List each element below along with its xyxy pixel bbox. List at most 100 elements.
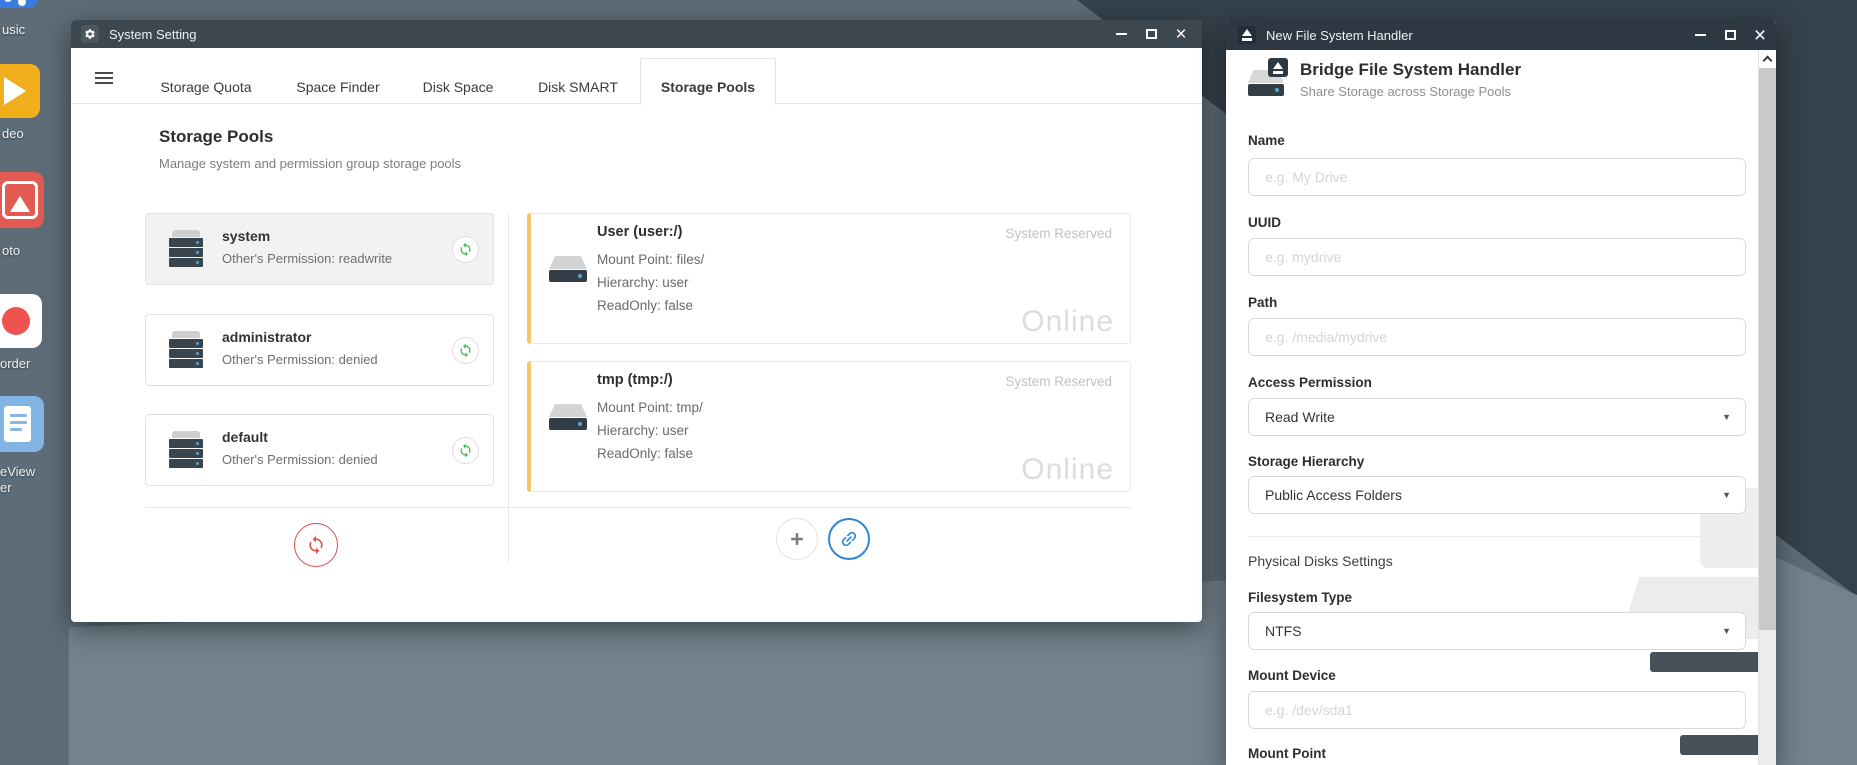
system-reserved-badge: System Reserved <box>1005 374 1112 389</box>
plus-icon <box>787 529 807 549</box>
sync-icon <box>458 242 473 257</box>
document-icon <box>4 406 31 442</box>
mountain-icon <box>10 196 30 212</box>
handler-header-title: Bridge File System Handler <box>1300 60 1521 80</box>
chevron-down-icon: ▼ <box>1722 490 1731 500</box>
document-line <box>10 414 27 417</box>
music-app-icon[interactable] <box>0 0 38 8</box>
sync-icon <box>458 343 473 358</box>
server-icon <box>168 431 204 469</box>
pool-sync-button[interactable] <box>452 236 479 263</box>
column-divider <box>508 213 509 563</box>
desktop: usic deo oto order eView er System Setti… <box>0 0 1857 765</box>
storage-hierarchy-select[interactable]: Public Access Folders ▼ <box>1248 476 1746 514</box>
uuid-input[interactable] <box>1248 238 1746 276</box>
pool-permission: Other's Permission: denied <box>222 452 378 467</box>
handler-body: Bridge File System Handler Share Storage… <box>1226 50 1776 765</box>
viewer-app-label-2: er <box>0 480 12 495</box>
storage-hierarchy-label: Storage Hierarchy <box>1248 454 1364 469</box>
tab-storage-quota[interactable]: Storage Quota <box>160 79 251 95</box>
scrollbar-thumb[interactable] <box>1759 68 1776 630</box>
minimize-icon <box>1695 34 1706 36</box>
handler-titlebar[interactable]: New File System Handler × <box>1226 20 1776 50</box>
video-app-label: deo <box>2 126 24 141</box>
readonly-line: ReadOnly: false <box>597 446 693 461</box>
mount-card-user[interactable]: User (user:/) System Reserved Mount Poin… <box>527 213 1131 344</box>
mount-title: tmp (tmp:/) <box>597 372 673 388</box>
filesystem-type-select[interactable]: NTFS ▼ <box>1248 612 1746 650</box>
disk-icon <box>549 256 587 284</box>
uuid-label: UUID <box>1248 215 1281 230</box>
server-icon <box>168 331 204 369</box>
system-setting-window: System Setting × Storage Quota Space Fin… <box>71 20 1202 622</box>
tab-storage-pools[interactable]: Storage Pools <box>661 79 755 95</box>
tab-bar: Storage Quota Space Finder Disk Space Di… <box>71 48 1202 104</box>
name-label: Name <box>1248 133 1285 148</box>
refresh-pools-button[interactable] <box>294 523 338 567</box>
minimize-icon <box>1116 33 1127 35</box>
filesystem-type-value: NTFS <box>1265 623 1302 639</box>
sync-icon <box>458 443 473 458</box>
video-app-icon[interactable] <box>0 64 40 118</box>
system-setting-titlebar[interactable]: System Setting × <box>71 20 1202 48</box>
photo-app-icon[interactable] <box>0 172 44 228</box>
mount-point-line: Mount Point: tmp/ <box>597 400 703 415</box>
hierarchy-line: Hierarchy: user <box>597 275 689 290</box>
menu-icon[interactable] <box>95 72 113 84</box>
add-mount-button[interactable] <box>776 518 818 560</box>
viewer-app-label: eView <box>0 464 35 479</box>
pool-name: default <box>222 429 268 445</box>
mount-title: User (user:/) <box>597 224 682 240</box>
scroll-up-button[interactable] <box>1759 50 1776 68</box>
online-status: Online <box>1021 305 1114 339</box>
maximize-icon <box>1146 29 1157 39</box>
chevron-down-icon: ▼ <box>1722 412 1731 422</box>
name-input[interactable] <box>1248 158 1746 196</box>
pool-item-administrator[interactable]: administrator Other's Permission: denied <box>145 314 494 386</box>
chevron-down-icon: ▼ <box>1722 626 1731 636</box>
close-button[interactable]: × <box>1745 20 1775 50</box>
pool-sync-button[interactable] <box>452 437 479 464</box>
sync-icon <box>306 535 326 555</box>
page-subtitle: Manage system and permission group stora… <box>159 156 461 171</box>
maximize-button[interactable] <box>1136 20 1166 48</box>
pool-name: administrator <box>222 329 311 345</box>
new-file-system-handler-window: New File System Handler × Bridge File Sy… <box>1226 20 1776 765</box>
record-circle-icon <box>2 307 30 335</box>
tab-space-finder[interactable]: Space Finder <box>296 79 379 95</box>
pool-item-system[interactable]: system Other's Permission: readwrite <box>145 213 494 285</box>
handler-header-subtitle: Share Storage across Storage Pools <box>1300 84 1511 99</box>
maximize-button[interactable] <box>1715 20 1745 50</box>
section-divider <box>1248 536 1754 537</box>
mount-device-input[interactable] <box>1248 691 1746 729</box>
photo-app-label: oto <box>2 243 20 258</box>
viewer-app-icon[interactable] <box>0 396 44 452</box>
system-reserved-badge: System Reserved <box>1005 226 1112 241</box>
online-status: Online <box>1021 453 1114 487</box>
readonly-line: ReadOnly: false <box>597 298 693 313</box>
bridge-handler-icon <box>1248 58 1294 96</box>
pool-item-default[interactable]: default Other's Permission: denied <box>145 414 494 486</box>
tab-disk-smart[interactable]: Disk SMART <box>538 79 618 95</box>
access-permission-value: Read Write <box>1265 409 1335 425</box>
minimize-button[interactable] <box>1106 20 1136 48</box>
link-mount-button[interactable] <box>828 518 870 560</box>
access-permission-label: Access Permission <box>1248 375 1372 390</box>
divider <box>145 507 1131 508</box>
scrollbar[interactable] <box>1758 50 1776 765</box>
recorder-app-icon[interactable] <box>0 294 42 348</box>
play-icon <box>4 77 26 105</box>
tab-disk-space[interactable]: Disk Space <box>423 79 494 95</box>
path-input[interactable] <box>1248 318 1746 356</box>
access-permission-select[interactable]: Read Write ▼ <box>1248 398 1746 436</box>
mount-device-label: Mount Device <box>1248 668 1336 683</box>
minimize-button[interactable] <box>1685 20 1715 50</box>
music-note-dot <box>18 0 26 6</box>
close-icon: × <box>1175 25 1186 44</box>
filesystem-type-label: Filesystem Type <box>1248 590 1352 605</box>
mount-point-label: Mount Point <box>1248 746 1326 761</box>
pool-sync-button[interactable] <box>452 337 479 364</box>
close-button[interactable]: × <box>1166 20 1196 48</box>
mount-card-tmp[interactable]: tmp (tmp:/) System Reserved Mount Point:… <box>527 361 1131 492</box>
music-app-label: usic <box>2 22 25 37</box>
